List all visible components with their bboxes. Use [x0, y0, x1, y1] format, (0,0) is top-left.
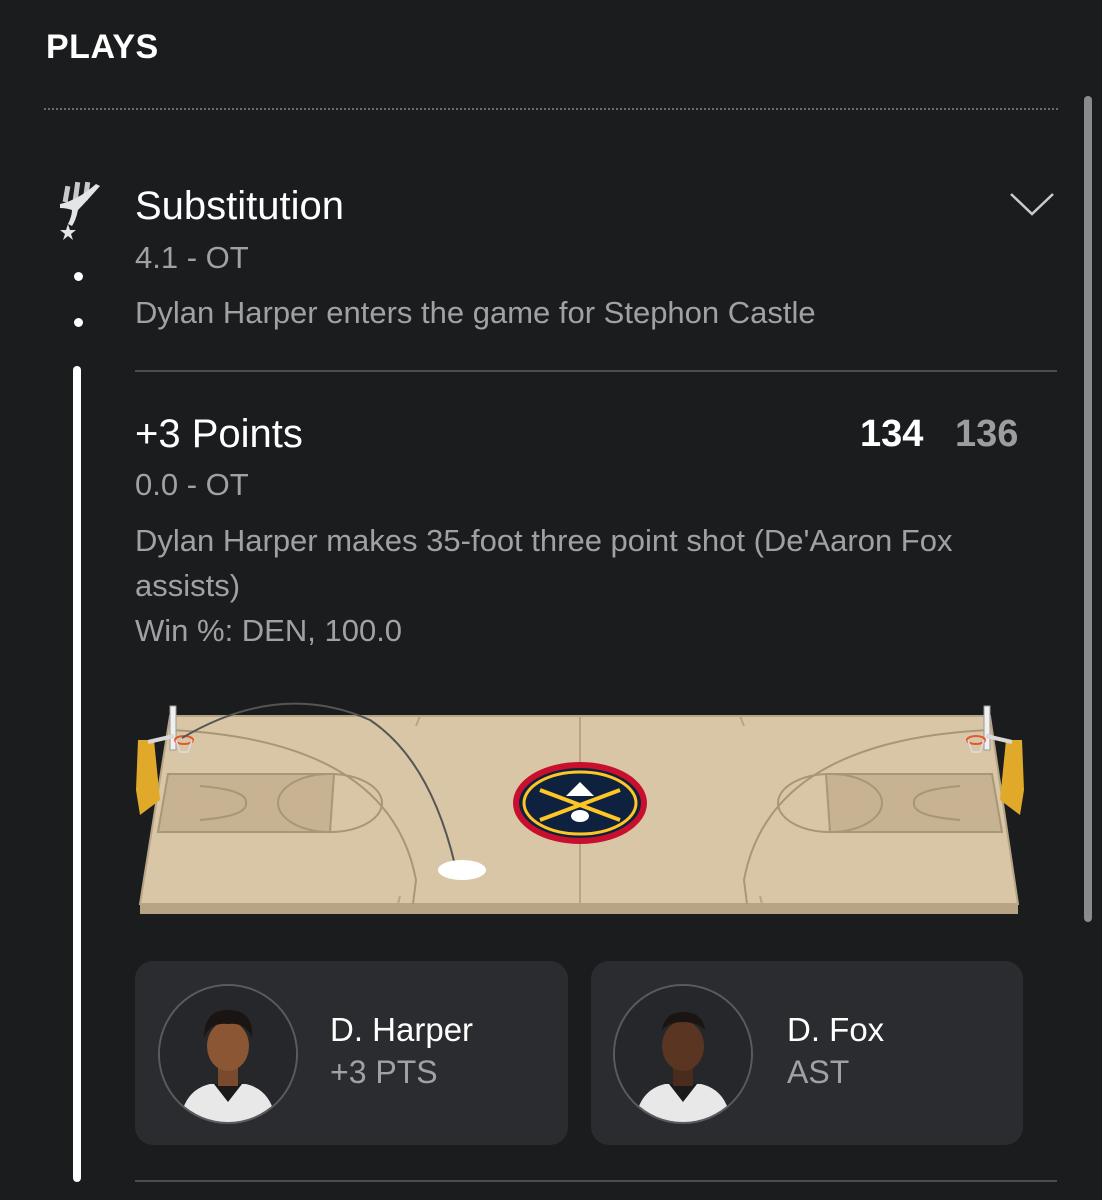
spurs-logo-icon: [50, 180, 108, 246]
score-home: 136: [955, 413, 1019, 455]
play-time: 4.1 - OT: [135, 240, 249, 275]
timeline-dot: [74, 272, 83, 281]
player-stat: +3 PTS: [330, 1054, 438, 1090]
score-away: 134: [860, 413, 924, 455]
play-title: +3 Points: [135, 412, 303, 456]
play-description: Dylan Harper makes 35-foot three point s…: [135, 523, 953, 603]
play-separator: [135, 1180, 1057, 1182]
section-title: PLAYS: [46, 28, 159, 66]
play-title: Substitution: [135, 184, 345, 228]
win-probability: Win %: DEN, 100.0: [135, 613, 403, 648]
dotted-divider: [44, 108, 1058, 110]
player-name: D. Harper: [330, 1011, 474, 1048]
chevron-down-icon[interactable]: [1008, 190, 1056, 218]
nuggets-logo-icon: [513, 762, 647, 844]
timeline-line: [73, 366, 81, 1182]
player-name: D. Fox: [787, 1011, 885, 1048]
player-stat: AST: [787, 1054, 850, 1090]
play-description: Dylan Harper enters the game for Stephon…: [135, 295, 816, 330]
shot-chart-court: [130, 700, 1030, 925]
play-separator: [135, 370, 1057, 372]
scrollbar[interactable]: [1084, 96, 1092, 922]
player-avatar: [158, 984, 298, 1124]
player-avatar: [613, 984, 753, 1124]
play-time: 0.0 - OT: [135, 467, 249, 502]
timeline-dot: [74, 318, 83, 327]
